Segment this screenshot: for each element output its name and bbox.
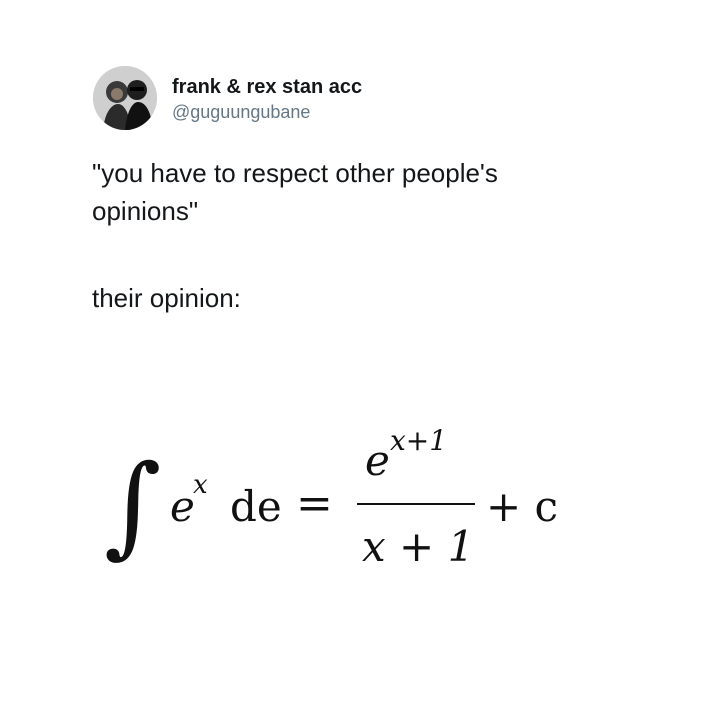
differential: de xyxy=(230,482,282,531)
integration-constant: + c xyxy=(486,482,559,531)
integral-equation-image: ∫ e x de = e x+1 x + 1 + c xyxy=(100,424,620,590)
tweet-text-line: their opinion: xyxy=(92,283,241,313)
tweet-text-line: "you have to respect other people's xyxy=(92,158,498,188)
display-name[interactable]: frank & rex stan acc xyxy=(172,75,362,99)
integrand-exponent: x xyxy=(193,470,208,500)
avatar[interactable] xyxy=(93,66,157,130)
integral-sign: ∫ xyxy=(104,441,162,569)
numerator-exponent: x+1 xyxy=(390,424,448,457)
fraction-bar xyxy=(357,503,475,505)
numerator-base: e xyxy=(365,436,390,485)
equals-sign: = xyxy=(296,478,333,529)
tweet-text-line: opinions" xyxy=(92,196,199,226)
avatar-image-icon xyxy=(93,66,157,130)
user-handle[interactable]: @guguungubane xyxy=(172,101,362,123)
denominator: x + 1 xyxy=(362,522,475,571)
tweet-header: frank & rex stan acc @guguungubane xyxy=(93,66,362,130)
tweet-author: frank & rex stan acc @guguungubane xyxy=(172,73,362,123)
integrand-base: e xyxy=(170,482,195,531)
